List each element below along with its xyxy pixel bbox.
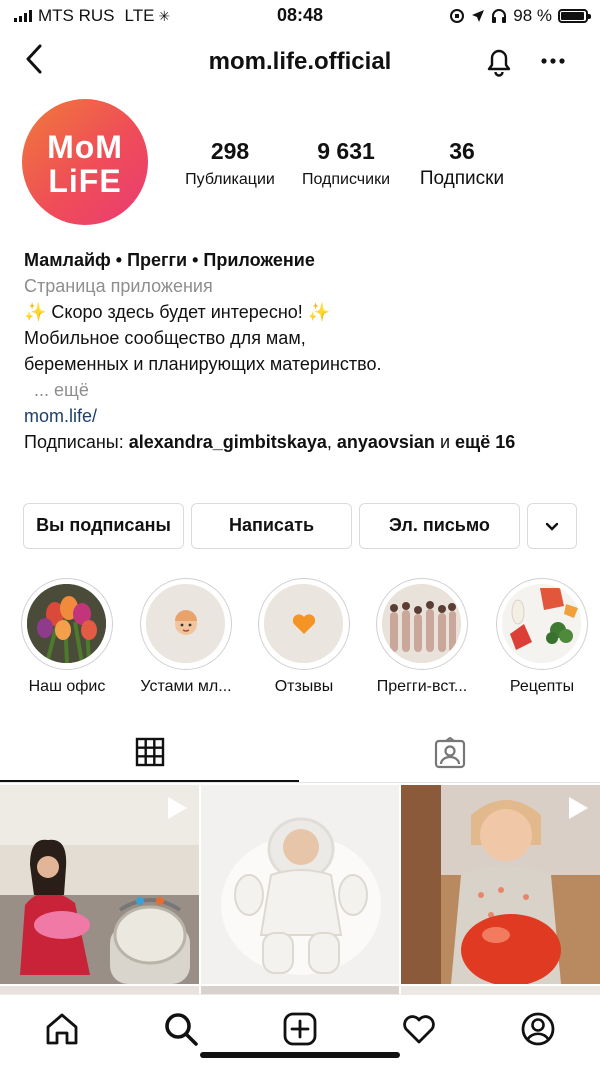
highlight-office[interactable]: Наш офис (19, 578, 115, 696)
stat-label: Подписчики (301, 171, 390, 188)
profile-avatar[interactable]: MoM LiFE (22, 99, 148, 225)
status-bar: MTS RUS LTE ✳ 08:48 98 % (0, 0, 600, 34)
home-indicator (200, 1052, 400, 1058)
highlight-label: Отзывы (274, 678, 334, 695)
followed-prefix: Подписаны: (24, 432, 129, 452)
message-button[interactable]: Написать (191, 503, 352, 549)
highlight-label: Прегги-вст... (376, 678, 468, 695)
bio-line: беременных и планирующих материнство. (24, 354, 382, 374)
profile-stats: 298 Публикации 9 631 Подписчики 36 Подпи… (170, 138, 590, 198)
following-button[interactable]: Вы подписаны (23, 503, 184, 549)
profile-tabs (0, 726, 600, 783)
group-photo-image (382, 584, 461, 663)
home-icon[interactable] (44, 1011, 80, 1047)
vegetables-image (502, 584, 581, 663)
profile-header: mom.life.official (0, 34, 600, 88)
rotation-lock-icon (450, 9, 465, 23)
video-play-icon (168, 797, 187, 819)
video-play-icon (569, 797, 588, 819)
stat-posts[interactable]: 298 Публикации (178, 138, 282, 189)
location-icon (472, 10, 485, 22)
bio-line: ✨ Скоро здесь будет интересно! ✨ (24, 302, 331, 322)
tab-tagged[interactable] (300, 726, 600, 782)
profile-category: Страница приложения (24, 276, 213, 296)
bio-line: Мобильное сообщество для мам, (24, 328, 306, 348)
highlight-kids[interactable]: Устами мл... (138, 578, 234, 696)
highlight-ring (496, 578, 588, 670)
highlight-label: Рецепты (509, 678, 575, 695)
stat-label: Публикации (185, 171, 275, 188)
search-icon[interactable] (163, 1011, 199, 1047)
followed-user: anyaovsian (336, 432, 435, 452)
heart-icon[interactable] (401, 1011, 437, 1047)
highlight-ring (140, 578, 232, 670)
baby-emoji-icon (146, 584, 225, 663)
followed-and: и (434, 432, 455, 452)
post-image (201, 785, 399, 984)
stat-followers[interactable]: 9 631 Подписчики (292, 138, 400, 189)
post-thumbnail[interactable] (201, 785, 399, 984)
highlight-cover (146, 584, 225, 663)
profile-bio: Мамлайф • Прегги • Приложение Страница п… (24, 247, 584, 455)
highlight-ring (258, 578, 350, 670)
followed-by[interactable]: Подписаны: alexandra_gimbitskaya, anyaov… (24, 429, 584, 455)
highlight-label: Устами мл... (140, 678, 232, 695)
stat-label: Подписки (419, 168, 505, 189)
highlight-ring (21, 578, 113, 670)
post-thumbnail[interactable] (401, 785, 600, 984)
highlight-recipes[interactable]: Рецепты (494, 578, 590, 696)
battery-percent: 98 % (513, 6, 552, 25)
highlight-cover (382, 584, 461, 663)
website-link[interactable]: mom.life/ (24, 403, 584, 429)
profile-icon[interactable] (520, 1011, 556, 1047)
highlight-reviews[interactable]: Отзывы (256, 578, 352, 696)
grid-icon (135, 737, 165, 767)
tulips-image (27, 584, 106, 663)
highlight-ring (376, 578, 468, 670)
stat-value: 9 631 (317, 138, 375, 164)
profile-display-name: Мамлайф • Прегги • Приложение (24, 250, 315, 270)
suggestions-dropdown-button[interactable] (527, 503, 577, 549)
orange-heart-icon (264, 584, 343, 663)
highlight-preggi[interactable]: Прегги-вст... (374, 578, 470, 696)
logo-text-bottom: LiFE (48, 163, 122, 199)
tagged-person-icon (434, 737, 466, 769)
logo-text-top: MoM (47, 129, 123, 165)
post-thumbnail[interactable] (0, 785, 199, 984)
chevron-down-icon (545, 522, 559, 531)
email-button[interactable]: Эл. письмо (359, 503, 520, 549)
active-tab-indicator (0, 780, 299, 782)
highlight-label: Наш офис (28, 678, 106, 695)
stat-value: 36 (449, 138, 475, 164)
status-right: 98 % (449, 6, 591, 26)
followed-more: ещё 16 (455, 432, 516, 452)
tab-grid[interactable] (0, 726, 299, 782)
highlight-cover (264, 584, 343, 663)
stat-value: 298 (210, 138, 250, 164)
followed-user: alexandra_gimbitskaya (128, 432, 327, 452)
battery-icon (558, 9, 591, 23)
highlight-cover (27, 584, 106, 663)
ellipsis-icon[interactable] (538, 46, 568, 76)
highlight-cover (502, 584, 581, 663)
bell-icon[interactable] (482, 44, 516, 78)
headphones-icon (492, 9, 507, 23)
bio-more-link[interactable]: ... ещё (24, 377, 584, 403)
new-post-icon[interactable] (282, 1011, 318, 1047)
followed-sep: , (326, 432, 337, 452)
stat-following[interactable]: 36 Подписки (410, 138, 514, 190)
